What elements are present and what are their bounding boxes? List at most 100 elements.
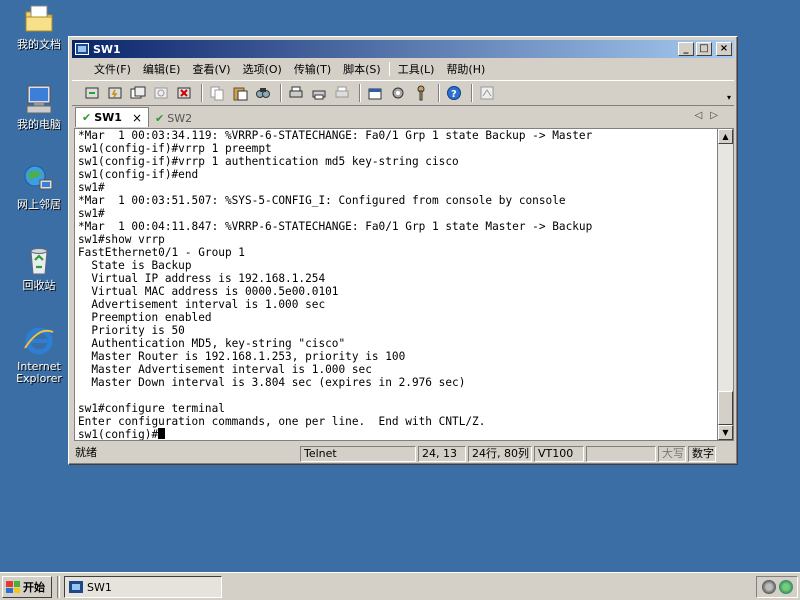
status-num: 数字 (688, 446, 716, 462)
terminal-line: Master Down interval is 3.804 sec (expir… (78, 376, 466, 389)
disconnect-icon[interactable] (174, 84, 194, 102)
connect-tab-icon[interactable] (128, 84, 148, 102)
menu-separator (388, 62, 390, 76)
desktop-icon-label: 我的电脑 (17, 118, 61, 131)
desktop-icon-my-documents[interactable]: 我的文档 (6, 2, 72, 51)
terminal-line: State is Backup (78, 259, 192, 272)
terminal-line: Priority is 50 (78, 324, 185, 337)
desktop-icon-label: 我的文档 (17, 38, 61, 51)
menu-edit[interactable]: 编辑(E) (137, 61, 187, 77)
menu-tools[interactable]: 工具(L) (392, 61, 441, 77)
status-protocol: Telnet (300, 446, 416, 462)
internet-explorer-icon (22, 324, 56, 358)
terminal-line: FastEthernet0/1 - Group 1 (78, 246, 245, 259)
reconnect-icon[interactable] (151, 84, 171, 102)
securecrt-window: SW1 _ □ × 文件(F) 编辑(E) 查看(V) 选项(O) 传输(T) … (68, 36, 738, 465)
window-titlebar[interactable]: SW1 _ □ × (72, 40, 734, 58)
start-label: 开始 (23, 581, 45, 594)
taskbar-item-label: SW1 (87, 580, 112, 594)
help-icon[interactable]: ? (444, 84, 464, 102)
menu-script[interactable]: 脚本(S) (337, 61, 387, 77)
print-icon[interactable] (309, 84, 329, 102)
maximize-button[interactable]: □ (696, 42, 712, 56)
toolbar-separator (280, 84, 282, 102)
terminal-line: Advertisement interval is 1.000 sec (78, 298, 326, 311)
toolbar-separator (201, 84, 203, 102)
terminal-screen[interactable]: *Mar 1 00:03:34.119: %VRRP-6-STATECHANGE… (74, 128, 718, 441)
menu-bar: 文件(F) 编辑(E) 查看(V) 选项(O) 传输(T) 脚本(S) 工具(L… (72, 59, 734, 79)
desktop-icon-network[interactable]: 网上邻居 (6, 162, 72, 211)
desktop-icon-internet-explorer[interactable]: Internet Explorer (6, 324, 72, 385)
terminal-line: sw1(config-if)#vrrp 1 authentication md5… (78, 155, 459, 168)
terminal-cursor (158, 428, 166, 439)
tab-scroll-arrows-icon[interactable]: ◁▷ (695, 110, 726, 121)
print-selection-icon[interactable] (332, 84, 352, 102)
terminal-line: Virtual MAC address is 0000.5e00.0101 (78, 285, 339, 298)
taskbar-item-sw1[interactable]: SW1 (64, 576, 222, 598)
scroll-down-icon[interactable]: ▼ (718, 425, 733, 440)
terminal-line: *Mar 1 00:03:51.507: %SYS-5-CONFIG_I: Co… (78, 194, 566, 207)
toolbar: ? (72, 80, 734, 106)
connected-check-icon: ✔ (155, 111, 165, 125)
terminal-output: *Mar 1 00:03:34.119: %VRRP-6-STATECHANGE… (75, 129, 717, 440)
copy-icon[interactable] (207, 84, 227, 102)
terminal-line: Master Router is 192.168.1.253, priority… (78, 350, 406, 363)
paste-icon[interactable] (230, 84, 250, 102)
status-bar: 就绪 Telnet 24, 13 24行, 80列 VT100 大写 数字 (72, 445, 734, 463)
terminal-line: sw1(config-if)#end (78, 168, 199, 181)
toolbar-separator (359, 84, 361, 102)
menu-file[interactable]: 文件(F) (88, 61, 137, 77)
menu-transfer[interactable]: 传输(T) (288, 61, 337, 77)
vertical-scrollbar[interactable]: ▲ ▼ (718, 128, 734, 441)
taskbar: 开始 SW1 (0, 572, 800, 600)
terminal-line: Enter configuration commands, one per li… (78, 415, 486, 428)
terminal-prompt-line: sw1(config)# (78, 428, 717, 440)
minimize-button[interactable]: _ (678, 42, 694, 56)
terminal-line: Master Advertisement interval is 1.000 s… (78, 363, 372, 376)
sftp-icon[interactable] (477, 84, 497, 102)
terminal-line: sw1# (78, 181, 105, 194)
desktop-icon-label: Internet Explorer (16, 360, 62, 385)
toolbar-separator (471, 84, 473, 102)
tab-label: SW1 (94, 111, 122, 124)
computer-icon (22, 82, 56, 116)
tab-close-icon[interactable]: × (132, 111, 142, 125)
desktop-icon-recycle-bin[interactable]: 回收站 (6, 243, 72, 292)
key-map-icon[interactable] (411, 84, 431, 102)
toolbar-separator (438, 84, 440, 102)
tab-sw1[interactable]: ✔ SW1 × (75, 107, 149, 127)
menu-options[interactable]: 选项(O) (237, 61, 288, 77)
tab-label: SW2 (167, 111, 193, 125)
desktop-icon-label: 回收站 (22, 279, 56, 292)
session-options-icon[interactable] (365, 84, 385, 102)
tab-sw2[interactable]: ✔ SW2 (149, 109, 198, 127)
tray-settings-icon[interactable] (761, 580, 776, 594)
print-setup-icon[interactable] (286, 84, 306, 102)
terminal-line: *Mar 1 00:04:11.847: %VRRP-6-STATECHANGE… (78, 220, 593, 233)
terminal-line: Preemption enabled (78, 311, 212, 324)
quick-connect-icon[interactable] (105, 84, 125, 102)
taskbar-separator (57, 576, 60, 598)
close-button[interactable]: × (716, 42, 732, 56)
folder-icon (22, 2, 56, 36)
global-options-icon[interactable] (388, 84, 408, 102)
menu-view[interactable]: 查看(V) (186, 61, 236, 77)
svg-text:?: ? (451, 89, 457, 100)
menu-help[interactable]: 帮助(H) (440, 61, 491, 77)
terminal-app-icon (69, 581, 83, 593)
session-tabbar: ✔ SW1 × ✔ SW2 ◁▷ (72, 107, 734, 127)
find-icon[interactable] (253, 84, 273, 102)
connect-icon[interactable] (82, 84, 102, 102)
recycle-bin-icon (22, 243, 56, 277)
tray-network-icon[interactable] (778, 580, 793, 594)
terminal-line: Authentication MD5, key-string "cisco" (78, 337, 346, 350)
terminal-line: Virtual IP address is 192.168.1.254 (78, 272, 326, 285)
status-emulation: VT100 (534, 446, 584, 462)
toolbar-overflow-icon[interactable]: ▾ (727, 93, 731, 102)
desktop-icon-my-computer[interactable]: 我的电脑 (6, 82, 72, 131)
scroll-thumb[interactable] (718, 391, 733, 425)
start-button[interactable]: 开始 (2, 576, 52, 598)
scroll-up-icon[interactable]: ▲ (718, 129, 733, 144)
terminal-line: sw1(config-if)#vrrp 1 preempt (78, 142, 272, 155)
